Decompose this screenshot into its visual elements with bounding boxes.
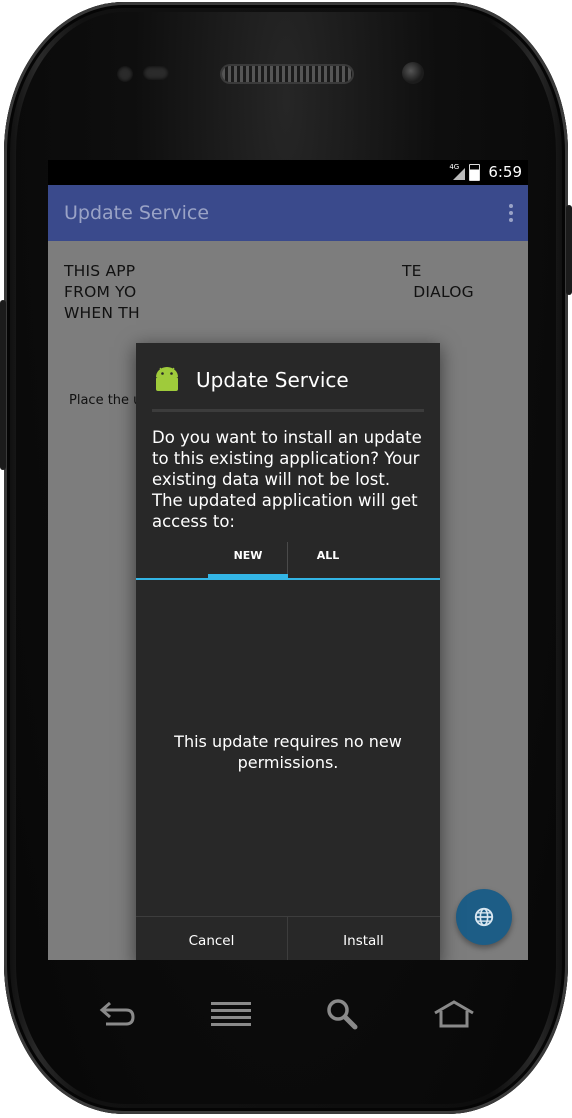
- home-key[interactable]: [430, 992, 478, 1036]
- search-key[interactable]: [318, 992, 366, 1036]
- tab-underline: [136, 578, 440, 580]
- background-heading: THIS APP TE FROM YO DIALOG WHEN TH: [64, 262, 474, 322]
- signal-icon: 4G: [449, 163, 466, 180]
- proximity-sensor: [117, 66, 133, 82]
- status-bar: 4G 6:59: [48, 160, 528, 185]
- globe-icon: [474, 907, 494, 927]
- permission-tabs: NEW ALL: [136, 540, 440, 580]
- app-title: Update Service: [64, 202, 210, 224]
- device-screen: 4G 6:59 Update Service THIS APP TE FROM …: [48, 160, 528, 960]
- back-key[interactable]: [94, 992, 142, 1036]
- install-button[interactable]: Install: [288, 917, 439, 960]
- dialog-header: Update Service: [152, 365, 349, 395]
- battery-icon: [469, 163, 481, 181]
- permissions-message: This update requires no new permissions.: [174, 732, 402, 772]
- search-icon: [327, 999, 358, 1030]
- back-icon: [99, 1001, 135, 1026]
- dialog-button-bar: Cancel Install: [136, 916, 440, 960]
- cancel-button[interactable]: Cancel: [136, 917, 287, 960]
- main-content: THIS APP TE FROM YO DIALOG WHEN TH Place…: [48, 241, 528, 960]
- status-time: 6:59: [488, 163, 522, 181]
- menu-key[interactable]: [207, 992, 255, 1036]
- home-icon: [434, 1000, 474, 1028]
- globe-fab-button[interactable]: [456, 889, 512, 945]
- app-bar: Update Service: [48, 185, 528, 241]
- light-sensor: [143, 66, 169, 80]
- more-vert-icon[interactable]: [508, 204, 514, 222]
- menu-icon: [211, 1002, 251, 1026]
- dialog-message: Do you want to install an update to this…: [152, 428, 422, 531]
- earpiece-speaker: [222, 66, 352, 82]
- tab-all[interactable]: ALL: [288, 540, 368, 580]
- install-update-dialog: Update Service Do you want to install an…: [136, 343, 440, 960]
- front-camera: [402, 62, 424, 84]
- dialog-title: Update Service: [196, 368, 349, 392]
- android-icon: [156, 367, 178, 391]
- dialog-divider: [152, 409, 424, 412]
- volume-button: [0, 300, 6, 470]
- power-button: [566, 205, 572, 295]
